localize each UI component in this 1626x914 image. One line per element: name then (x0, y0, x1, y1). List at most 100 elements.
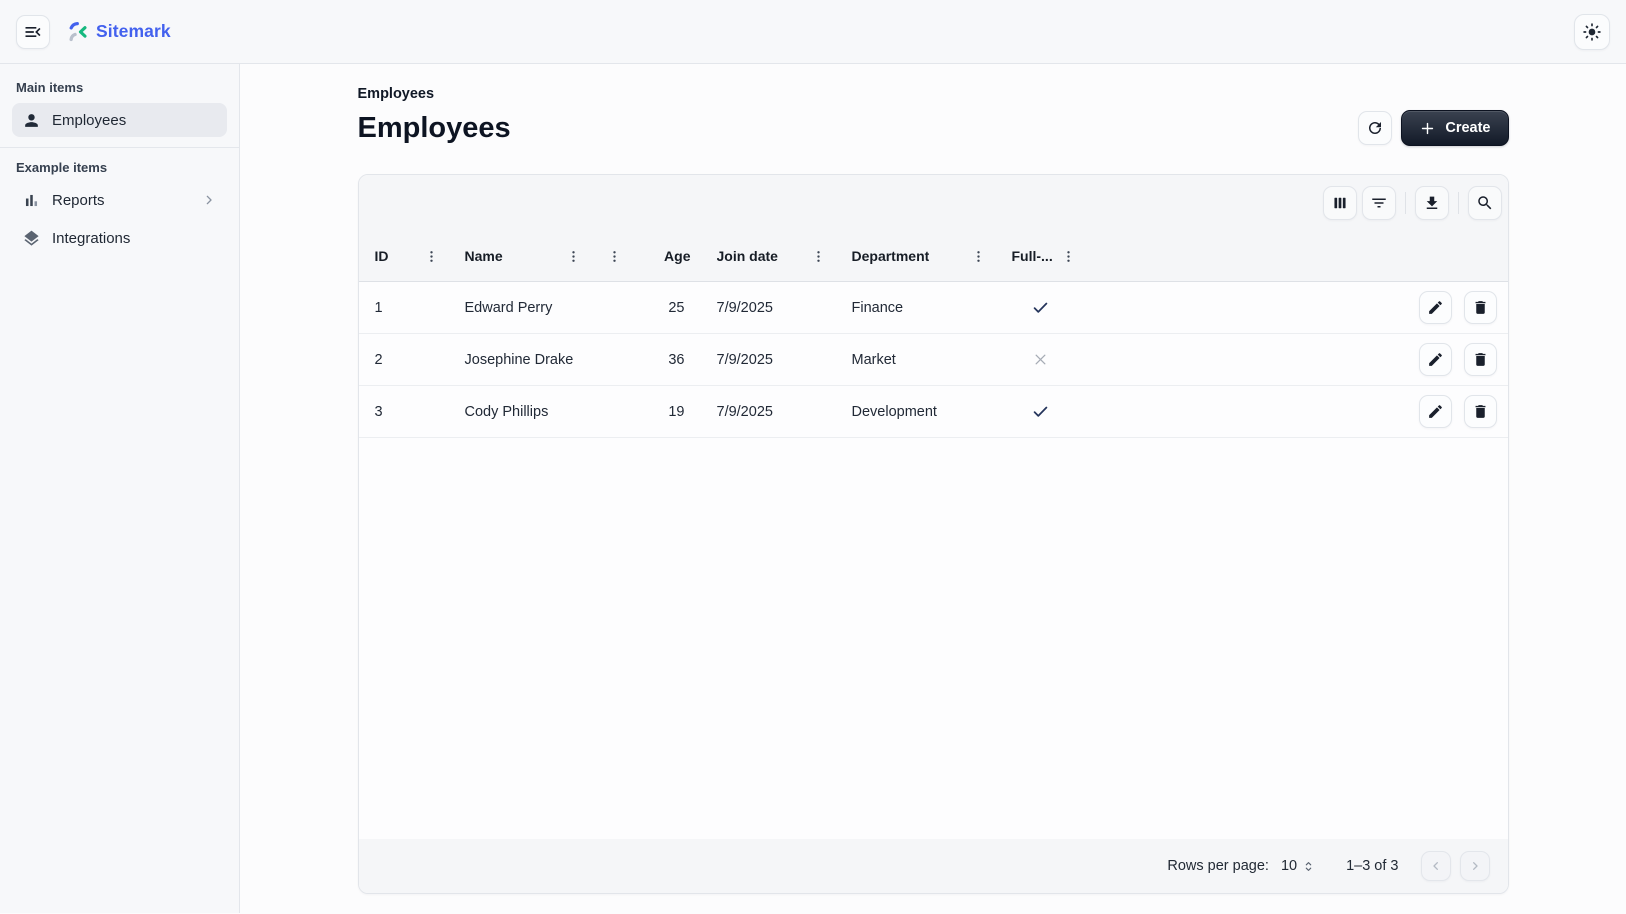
column-menu-icon[interactable] (1061, 249, 1076, 264)
check-icon (1031, 298, 1050, 317)
pagination-range-label: 1–3 of 3 (1346, 858, 1398, 874)
rows-per-page-value: 10 (1281, 858, 1297, 874)
cell-department: Market (836, 352, 996, 368)
edit-row-button[interactable] (1419, 291, 1452, 324)
row-actions (1419, 291, 1508, 324)
delete-row-button[interactable] (1464, 291, 1497, 324)
column-menu-icon[interactable] (811, 249, 826, 264)
grid-rows: 1Edward Perry257/9/2025Finance2Josephine… (359, 282, 1508, 438)
delete-icon (1472, 299, 1489, 316)
sidebar-item-integrations[interactable]: Integrations (12, 221, 227, 255)
cell-full_time (996, 350, 1086, 369)
column-header-label: Name (465, 248, 503, 264)
previous-page-button[interactable] (1421, 851, 1451, 881)
sidebar: Main items Employees Example items Repor… (0, 64, 240, 913)
filter-icon (1370, 194, 1388, 212)
sidebar-item-label: Integrations (52, 230, 130, 247)
brand-name: Sitemark (96, 21, 171, 42)
sidebar-toggle-button[interactable] (16, 15, 50, 49)
sidebar-item-employees[interactable]: Employees (12, 103, 227, 137)
grid-empty-space (359, 438, 1508, 839)
search-button[interactable] (1468, 186, 1502, 220)
column-header-department[interactable]: Department (836, 231, 996, 281)
create-button-label: Create (1445, 120, 1490, 136)
refresh-icon (1366, 119, 1384, 137)
refresh-button[interactable] (1358, 111, 1392, 145)
menu-open-icon (23, 22, 43, 42)
bar-chart-icon (22, 191, 41, 210)
unfold-more-icon (1301, 859, 1316, 874)
cell-join_date: 7/9/2025 (701, 352, 836, 368)
cell-age: 19 (591, 404, 701, 420)
person-icon (22, 111, 41, 130)
cell-id: 1 (359, 300, 449, 316)
sidebar-item-label: Employees (52, 112, 126, 129)
column-menu-icon[interactable] (424, 249, 439, 264)
sidebar-section-main-items: Main items (16, 80, 223, 95)
column-header-full_time[interactable]: Full-... (996, 231, 1086, 281)
sidebar-item-reports[interactable]: Reports (12, 183, 227, 217)
cell-name: Josephine Drake (449, 352, 591, 368)
column-menu-icon[interactable] (566, 249, 581, 264)
column-header-label: ID (375, 248, 389, 264)
brand-logo: Sitemark (66, 21, 171, 43)
check-icon (1031, 402, 1050, 421)
cell-age: 36 (591, 352, 701, 368)
chevron-left-icon (1428, 858, 1444, 874)
cell-department: Finance (836, 300, 996, 316)
delete-icon (1472, 403, 1489, 420)
delete-row-button[interactable] (1464, 343, 1497, 376)
cell-name: Edward Perry (449, 300, 591, 316)
export-button[interactable] (1415, 186, 1449, 220)
table-row[interactable]: 1Edward Perry257/9/2025Finance (359, 282, 1508, 334)
column-header-name[interactable]: Name (449, 231, 591, 281)
rows-per-page-select[interactable]: 10 (1281, 858, 1316, 874)
plus-icon (1419, 120, 1436, 137)
cell-join_date: 7/9/2025 (701, 404, 836, 420)
sidebar-section-example-items: Example items (16, 160, 223, 175)
toolbar-separator (1458, 192, 1459, 214)
table-row[interactable]: 3Cody Phillips197/9/2025Development (359, 386, 1508, 438)
column-menu-icon[interactable] (607, 249, 622, 264)
chevron-right-icon (1467, 858, 1483, 874)
filter-button[interactable] (1362, 186, 1396, 220)
column-header-label: Department (852, 248, 930, 264)
breadcrumb: Employees (358, 86, 1509, 102)
cell-name: Cody Phillips (449, 404, 591, 420)
next-page-button[interactable] (1460, 851, 1490, 881)
row-actions (1419, 343, 1508, 376)
main-area: Employees Employees Create (240, 64, 1626, 913)
search-icon (1476, 194, 1494, 212)
edit-icon (1427, 299, 1444, 316)
edit-row-button[interactable] (1419, 343, 1452, 376)
cell-age: 25 (591, 300, 701, 316)
row-actions (1419, 395, 1508, 428)
delete-row-button[interactable] (1464, 395, 1497, 428)
column-header-id[interactable]: ID (359, 231, 449, 281)
edit-icon (1427, 403, 1444, 420)
columns-icon (1331, 194, 1349, 212)
cell-join_date: 7/9/2025 (701, 300, 836, 316)
cell-full_time (996, 402, 1086, 421)
rows-per-page-label: Rows per page: (1167, 858, 1269, 874)
top-bar: Sitemark (0, 0, 1626, 64)
theme-toggle-button[interactable] (1574, 14, 1610, 50)
delete-icon (1472, 351, 1489, 368)
layers-icon (22, 229, 41, 248)
toolbar-separator (1405, 192, 1406, 214)
edit-row-button[interactable] (1419, 395, 1452, 428)
column-menu-icon[interactable] (971, 249, 986, 264)
column-header-join_date[interactable]: Join date (701, 231, 836, 281)
edit-icon (1427, 351, 1444, 368)
sidebar-divider (0, 147, 239, 148)
create-button[interactable]: Create (1401, 110, 1508, 146)
x-icon (1031, 350, 1050, 369)
cell-id: 3 (359, 404, 449, 420)
grid-header-row: ID Name Age Join date Department Full-... (359, 231, 1508, 282)
column-header-label: Age (664, 248, 690, 264)
chevron-right-icon (201, 192, 217, 208)
columns-button[interactable] (1323, 186, 1357, 220)
cell-id: 2 (359, 352, 449, 368)
table-row[interactable]: 2Josephine Drake367/9/2025Market (359, 334, 1508, 386)
column-header-age[interactable]: Age (591, 231, 701, 281)
